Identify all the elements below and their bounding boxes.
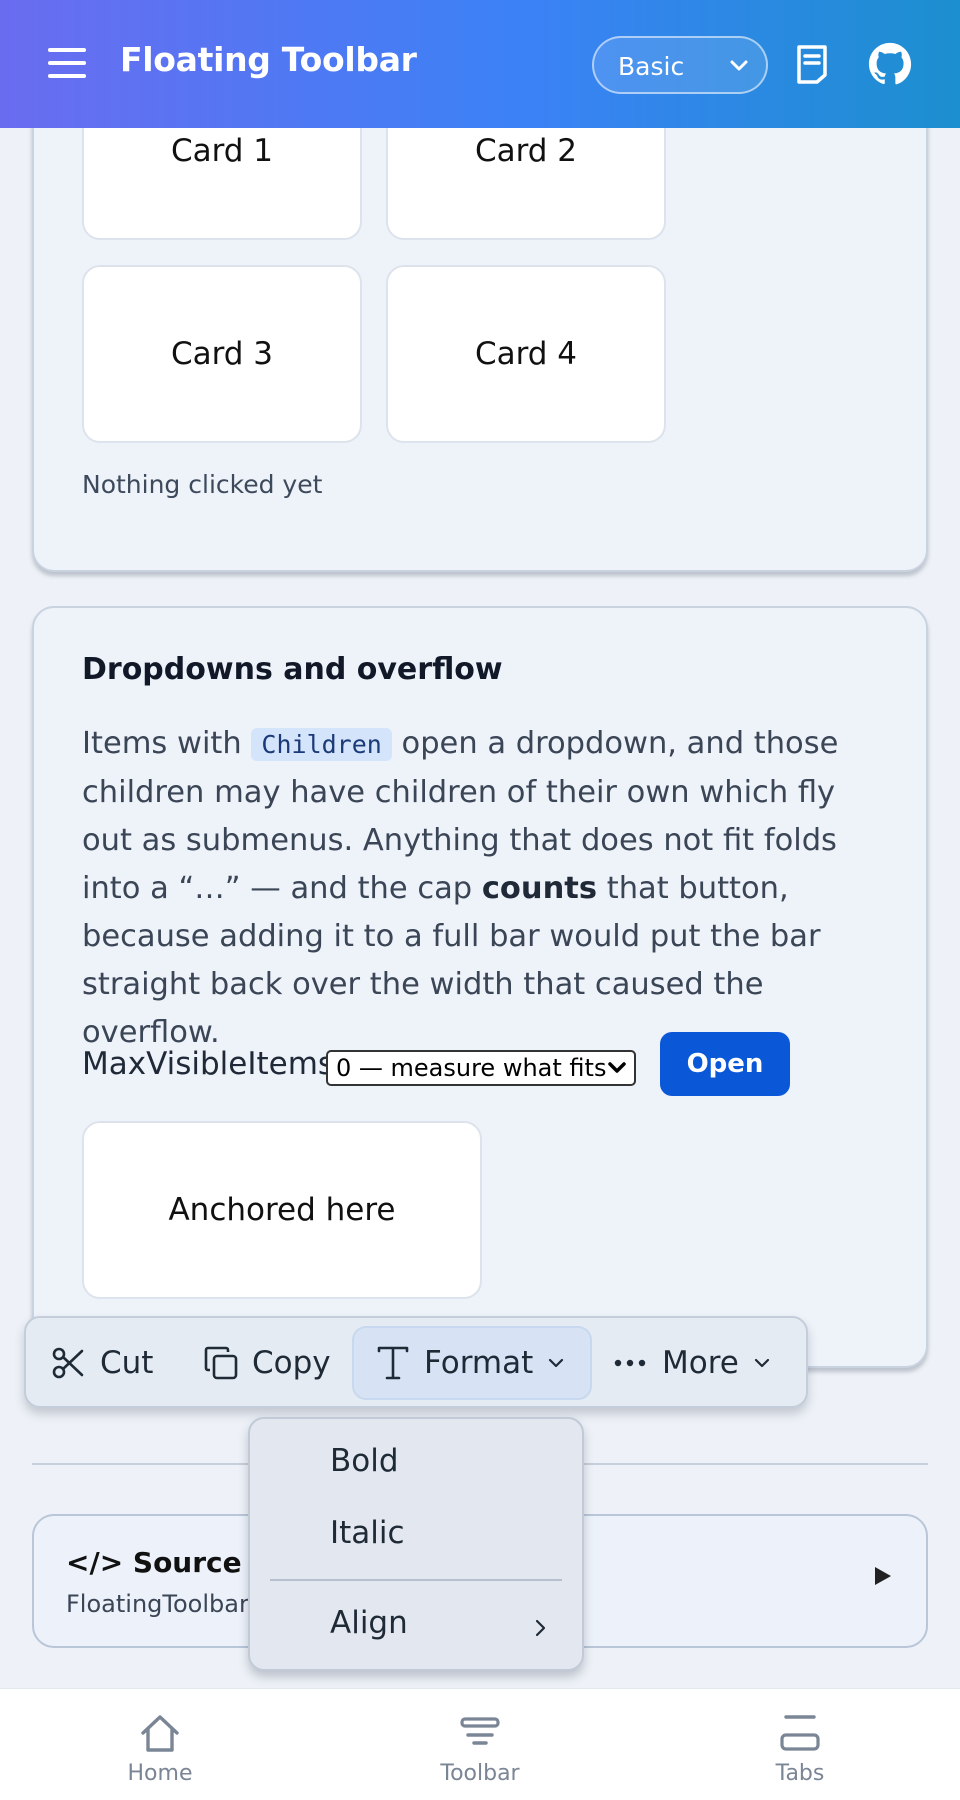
menu-icon[interactable]	[48, 48, 86, 78]
anchor-card: Anchored here	[82, 1121, 482, 1299]
toolbar-icon	[460, 1717, 500, 1745]
card-3[interactable]: Card 3	[82, 265, 362, 443]
more-label: More	[662, 1345, 739, 1381]
max-visible-value: 0 — measure what fits	[336, 1054, 607, 1082]
menu-separator	[270, 1579, 562, 1581]
menu-item-italic[interactable]: Italic	[330, 1515, 405, 1551]
more-button[interactable]: More	[614, 1328, 784, 1398]
docs-icon[interactable]	[790, 42, 834, 86]
chevron-down-icon	[549, 1358, 564, 1368]
desc-bold: counts	[481, 871, 598, 906]
section-title: Dropdowns and overflow	[82, 652, 503, 687]
format-label: Format	[424, 1345, 534, 1381]
nav-label-home: Home	[127, 1761, 193, 1786]
click-status: Nothing clicked yet	[82, 470, 323, 499]
nav-item-home[interactable]: Home	[80, 1711, 240, 1786]
bottom-nav: Home Toolbar Tabs	[0, 1688, 960, 1800]
play-triangle-icon	[875, 1567, 891, 1585]
github-icon[interactable]	[868, 42, 912, 86]
scissors-icon	[52, 1347, 84, 1379]
inline-code: Children	[251, 728, 392, 761]
desc-text-1: Items with	[82, 726, 252, 761]
home-icon	[141, 1715, 179, 1752]
ellipsis-icon	[614, 1359, 646, 1367]
chevron-down-icon	[754, 1358, 769, 1368]
chevron-down-icon	[730, 60, 748, 71]
copy-button[interactable]: Copy	[202, 1328, 352, 1398]
tabs-icon	[780, 1715, 820, 1751]
copy-icon	[204, 1346, 238, 1380]
format-dropdown: Bold Italic Align	[248, 1417, 584, 1671]
cut-label: Cut	[100, 1345, 154, 1381]
card-4[interactable]: Card 4	[386, 265, 666, 443]
theme-select[interactable]: Basic	[592, 36, 768, 94]
max-visible-select[interactable]: 0 — measure what fits	[326, 1050, 636, 1086]
chevron-right-icon	[535, 1619, 546, 1637]
format-button[interactable]: Format	[354, 1328, 590, 1398]
text-format-icon	[377, 1346, 409, 1380]
app-header: Floating Toolbar Basic	[0, 0, 960, 128]
menu-item-bold[interactable]: Bold	[330, 1443, 399, 1479]
source-filename: FloatingToolbarF	[66, 1590, 263, 1618]
open-button[interactable]: Open	[660, 1032, 790, 1096]
nav-item-toolbar[interactable]: Toolbar	[400, 1711, 560, 1786]
floating-toolbar: Cut Copy Format More	[24, 1316, 808, 1408]
app-title: Floating Toolbar	[120, 40, 417, 79]
section-description: Items with Children open a dropdown, and…	[82, 720, 872, 1057]
chevron-down-icon	[608, 1062, 626, 1073]
theme-select-value: Basic	[618, 52, 685, 81]
nav-label-toolbar: Toolbar	[440, 1761, 520, 1786]
nav-item-tabs[interactable]: Tabs	[720, 1711, 880, 1786]
cut-button[interactable]: Cut	[50, 1328, 188, 1398]
copy-label: Copy	[252, 1345, 331, 1381]
nav-label-tabs: Tabs	[775, 1761, 825, 1786]
max-visible-label: MaxVisibleItems	[82, 1046, 335, 1082]
